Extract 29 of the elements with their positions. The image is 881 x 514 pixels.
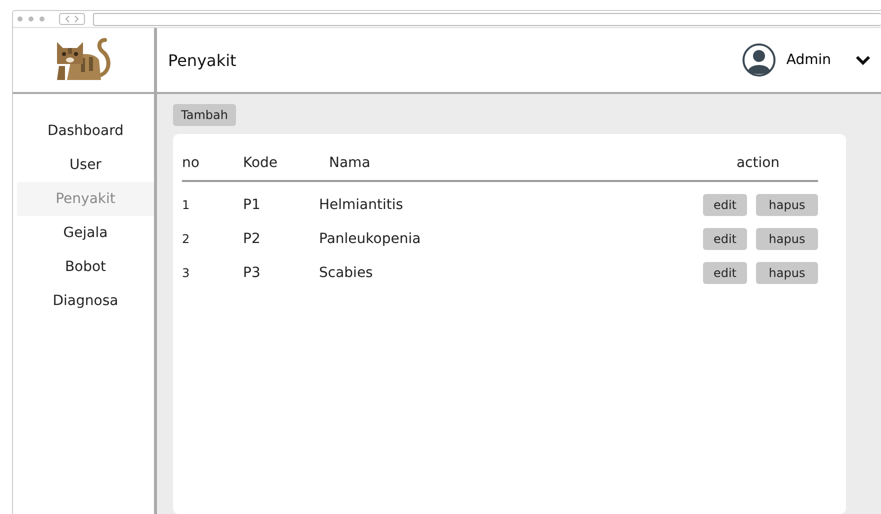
sidebar-item[interactable]: User — [17, 148, 154, 182]
delete-button[interactable]: hapus — [756, 194, 818, 216]
edit-button[interactable]: edit — [703, 228, 747, 250]
page-title: Penyakit — [168, 50, 236, 70]
sidebar-item[interactable]: Bobot — [17, 250, 154, 284]
sidebar-item[interactable]: Gejala — [17, 216, 154, 250]
table-cell-text: 1 — [182, 198, 191, 212]
sidebar-item[interactable]: Dashboard — [17, 114, 154, 148]
chevron-down-icon[interactable] — [855, 54, 871, 66]
user-avatar-icon[interactable] — [742, 43, 776, 77]
user-name[interactable]: Admin — [786, 52, 831, 68]
column-header: action — [735, 155, 781, 171]
table-cell-text: P3 — [243, 265, 262, 281]
edit-button[interactable]: edit — [703, 262, 747, 284]
column-header: Kode — [243, 155, 279, 171]
table-cell-text: Panleukopenia — [319, 231, 422, 247]
add-button[interactable]: Tambah — [173, 104, 236, 126]
delete-button[interactable]: hapus — [756, 228, 818, 250]
table-cell-text: Scabies — [319, 265, 374, 281]
delete-button[interactable]: hapus — [756, 262, 818, 284]
table-cell-text: Helmiantitis — [319, 197, 404, 213]
column-header: no — [182, 155, 200, 171]
table-cell-text: P1 — [243, 197, 262, 213]
sidebar-item[interactable]: Diagnosa — [17, 284, 154, 318]
table-cell-text: P2 — [243, 231, 262, 247]
table-cell-text: 3 — [182, 266, 191, 280]
table-cell-text: 2 — [182, 232, 191, 246]
edit-button[interactable]: edit — [703, 194, 747, 216]
column-header: Nama — [328, 155, 372, 171]
